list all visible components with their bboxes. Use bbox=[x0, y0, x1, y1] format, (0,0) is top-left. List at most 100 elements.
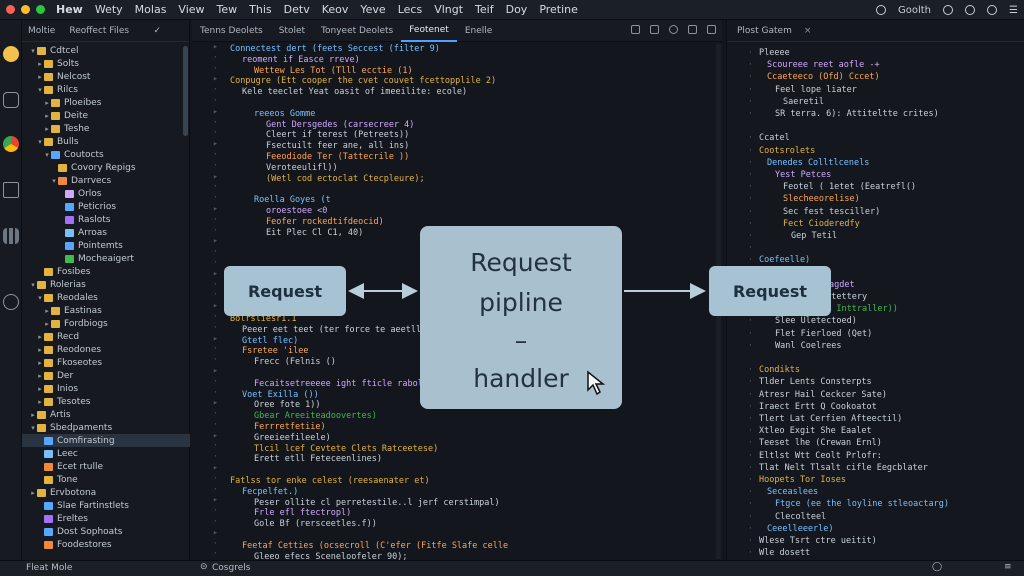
tab-project-files[interactable]: Reoffect Files bbox=[69, 26, 129, 36]
outline-line[interactable]: Cootsrolets bbox=[759, 146, 815, 158]
chevron-right-icon[interactable]: ▸ bbox=[36, 346, 44, 354]
tree-item[interactable]: ▸ Fordbiogs bbox=[22, 317, 190, 330]
code-line[interactable]: Gleeo efecs Sceneloofeler 90); bbox=[254, 552, 408, 560]
outline-line[interactable]: Gep Tetil bbox=[791, 231, 837, 243]
tree-item[interactable]: ▸ Deite bbox=[22, 109, 190, 122]
outline-line[interactable]: Wlese Tsrt ctre ueitit) bbox=[759, 536, 877, 548]
outline-line[interactable]: Tlert Lat Cerfien Afteectil) bbox=[759, 414, 902, 426]
chevron-down-icon[interactable]: ▾ bbox=[50, 177, 58, 185]
outline-line[interactable]: Tlat Nelt Tlsalt cifle Eegcblater bbox=[759, 463, 928, 475]
outline-line[interactable]: Hoopets Tor Ioses bbox=[759, 475, 846, 487]
tree-item[interactable]: Orlos bbox=[22, 187, 190, 200]
chevron-right-icon[interactable]: ▸ bbox=[36, 333, 44, 341]
outline-line[interactable]: Ftgce (ee the loyline stleoactarg) bbox=[775, 499, 949, 511]
editor-tab[interactable]: Tonyeet Deolets bbox=[313, 20, 401, 42]
outline-line[interactable]: Scoureee reet aofle -+ bbox=[767, 60, 880, 72]
tree-item[interactable]: Foodestores bbox=[22, 538, 190, 551]
chevron-down-icon[interactable]: ▾ bbox=[36, 294, 44, 302]
tree-item[interactable]: Dost Sophoats bbox=[22, 525, 190, 538]
editor-tab[interactable]: Enelle bbox=[457, 20, 500, 42]
tree-item[interactable]: ▸ Eastinas bbox=[22, 304, 190, 317]
menu-item[interactable]: Hew bbox=[56, 3, 83, 16]
status-sync-icon[interactable]: ⊝ bbox=[200, 562, 208, 572]
outline-line[interactable]: Ceeelleeerle) bbox=[767, 524, 834, 536]
app-logo-icon[interactable] bbox=[3, 46, 19, 62]
preview-icon[interactable] bbox=[688, 25, 697, 34]
outline-line[interactable]: Teeset lhe (Crewan Ernl) bbox=[759, 438, 882, 450]
layout-icon[interactable] bbox=[650, 25, 659, 34]
chevron-right-icon[interactable]: ▸ bbox=[29, 489, 37, 497]
chevron-right-icon[interactable]: ▸ bbox=[36, 359, 44, 367]
tree-item[interactable]: ▸ Artis bbox=[22, 408, 190, 421]
outline-line[interactable]: Ccatel bbox=[759, 133, 790, 145]
menu-item[interactable]: Pretine bbox=[539, 3, 578, 16]
chevron-right-icon[interactable]: ▸ bbox=[36, 385, 44, 393]
code-line[interactable]: Eit Plec Cl C1, 40) bbox=[266, 228, 363, 240]
outline-line[interactable]: Feotel ( 1etet (Eeatrefl() bbox=[783, 182, 916, 194]
outline-line[interactable]: Pleeee bbox=[759, 48, 790, 60]
tree-item[interactable]: Arroas bbox=[22, 226, 190, 239]
split-editor-icon[interactable] bbox=[631, 25, 640, 34]
minimize-window-button[interactable] bbox=[21, 5, 30, 14]
menu-item[interactable]: Teif bbox=[475, 3, 494, 16]
tree-item[interactable]: ▸ Nelcost bbox=[22, 70, 190, 83]
menu-item[interactable]: View bbox=[178, 3, 204, 16]
tree-item[interactable]: ▾ Coutocts bbox=[22, 148, 190, 161]
more-actions-icon[interactable] bbox=[707, 25, 716, 34]
outline-line[interactable]: Feel lope liater bbox=[775, 85, 857, 97]
outline-line[interactable]: Eltlst Wtt Ceolt Prlofr: bbox=[759, 451, 882, 463]
chevron-down-icon[interactable]: ▾ bbox=[29, 281, 37, 289]
editor-tab[interactable]: Stolet bbox=[271, 20, 313, 42]
chevron-down-icon[interactable]: ▾ bbox=[29, 424, 37, 432]
outline-line[interactable]: Xtleo Exgit She Eaalet bbox=[759, 426, 872, 438]
outline-line[interactable]: Denedes Colltlcenels bbox=[767, 158, 869, 170]
chevron-right-icon[interactable]: ▸ bbox=[36, 60, 44, 68]
tree-item[interactable]: ▸ Tesotes bbox=[22, 395, 190, 408]
tree-item[interactable]: ▸ Fkoseotes bbox=[22, 356, 190, 369]
code-line[interactable]: Erett etll Feteceenlines) bbox=[254, 454, 382, 466]
sidebar-scrollbar[interactable] bbox=[183, 46, 188, 136]
tree-item[interactable]: ▸ Reodones bbox=[22, 343, 190, 356]
menu-item[interactable]: Wety bbox=[95, 3, 123, 16]
store-icon[interactable] bbox=[3, 92, 19, 108]
menu-item[interactable]: Vlngt bbox=[434, 3, 463, 16]
editor-tab[interactable]: Tenns Deolets bbox=[192, 20, 271, 42]
outline-line[interactable]: Iraect Ertt Q Cookoatot bbox=[759, 402, 877, 414]
outline-line[interactable]: Clecolteel bbox=[775, 512, 826, 524]
menu-item[interactable]: Doy bbox=[506, 3, 528, 16]
browser-icon[interactable] bbox=[3, 136, 19, 152]
status-center[interactable]: Cosgrels bbox=[212, 563, 250, 573]
refresh-icon[interactable] bbox=[669, 25, 678, 34]
outline-line[interactable]: Atresr Hail Ceckcer Sate) bbox=[759, 390, 887, 402]
chevron-down-icon[interactable]: ▾ bbox=[29, 47, 37, 55]
collapse-icon[interactable]: ✓ bbox=[153, 26, 161, 36]
outline-line[interactable]: Saeretil bbox=[783, 97, 824, 109]
outline-line[interactable]: Wle dosett bbox=[759, 548, 810, 560]
grid-icon[interactable] bbox=[3, 228, 19, 244]
tree-item[interactable]: ▾ Sbedpaments bbox=[22, 421, 190, 434]
chevron-right-icon[interactable]: ▸ bbox=[29, 411, 37, 419]
tree-item[interactable]: ▸ Der bbox=[22, 369, 190, 382]
editor-tab[interactable]: Feotenet bbox=[401, 20, 457, 42]
menu-item[interactable]: Lecs bbox=[398, 3, 422, 16]
chevron-right-icon[interactable]: ▸ bbox=[43, 112, 51, 120]
close-icon[interactable]: × bbox=[804, 26, 812, 36]
tree-item[interactable]: ▾ Darrvecs bbox=[22, 174, 190, 187]
outline-line[interactable]: Wanl Coelrees bbox=[775, 341, 842, 353]
tree-item[interactable]: Pointemts bbox=[22, 239, 190, 252]
truck-icon[interactable] bbox=[3, 182, 19, 198]
tree-item[interactable]: Tone bbox=[22, 473, 190, 486]
outline-line[interactable]: Ccaeteeco (Ofd) Cccet) bbox=[767, 72, 880, 84]
clock-icon[interactable] bbox=[965, 5, 976, 15]
outline-line[interactable]: Flet Fierloed (Qet) bbox=[775, 329, 872, 341]
status-circle-icon[interactable]: ◯ bbox=[932, 562, 942, 572]
menu-item[interactable]: Tew bbox=[217, 3, 238, 16]
chevron-right-icon[interactable]: ▸ bbox=[43, 99, 51, 107]
tree-item[interactable]: Covory Repigs bbox=[22, 161, 190, 174]
chevron-right-icon[interactable]: ▸ bbox=[36, 73, 44, 81]
tree-item[interactable]: Raslots bbox=[22, 213, 190, 226]
tree-item[interactable]: ▸ Solts bbox=[22, 57, 190, 70]
menu-item[interactable]: Keov bbox=[322, 3, 349, 16]
settings-icon[interactable] bbox=[3, 294, 19, 310]
tree-item[interactable]: ▾ Rolerias bbox=[22, 278, 190, 291]
